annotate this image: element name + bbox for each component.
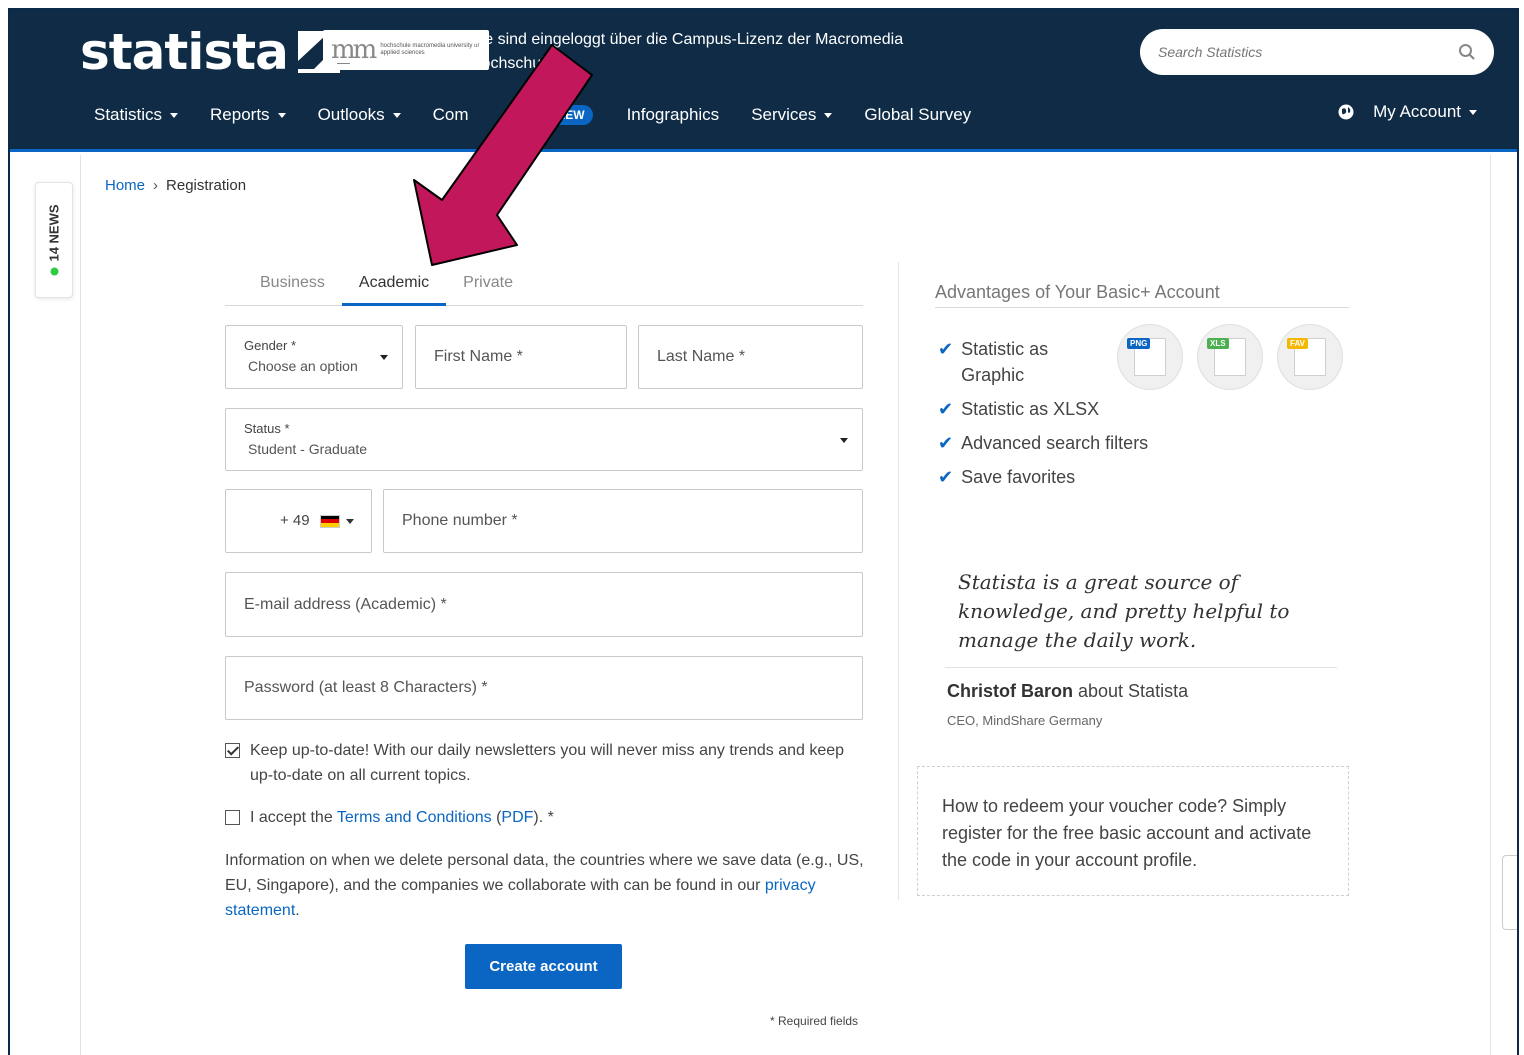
campus-license-note: Sie sind eingeloggt über die Campus-Lize… <box>470 31 904 72</box>
column-divider <box>898 262 899 900</box>
chevron-down-icon <box>824 112 833 118</box>
macromedia-logo-icon: m̲m <box>331 35 377 65</box>
search-input[interactable] <box>1158 44 1458 60</box>
phone-country-select[interactable]: + 49 <box>225 489 372 553</box>
chevron-down-icon <box>277 112 286 118</box>
my-account-menu[interactable]: My Account <box>1373 102 1461 122</box>
nav-reports[interactable]: Reports <box>210 105 286 125</box>
check-icon: ✔ <box>938 339 954 359</box>
tab-academic[interactable]: Academic <box>341 266 447 306</box>
testimonial-quote: Statista is a great source of knowledge,… <box>958 570 1290 652</box>
nav-outlooks[interactable]: Outlooks <box>318 105 401 125</box>
account-area: My Account <box>1337 102 1477 122</box>
create-account-button[interactable]: Create account <box>465 944 622 989</box>
chevron-down-icon <box>345 518 354 524</box>
check-icon: ✔ <box>938 467 954 487</box>
status-select[interactable]: Status * Student - Graduate <box>225 408 863 471</box>
site-header: statista m̲m hochschule macromedia unive… <box>10 10 1517 152</box>
globe-icon[interactable] <box>1337 103 1355 121</box>
testimonial-role: CEO, MindShare Germany <box>947 713 1103 728</box>
list-item: ✔ Advanced search filters <box>938 430 1148 456</box>
feature-badges: PNG XLS FAV <box>1117 324 1343 390</box>
png-file-icon: PNG <box>1117 324 1183 390</box>
breadcrumb-current: Registration <box>166 177 247 194</box>
terms-checkbox[interactable] <box>225 810 240 825</box>
partner-logo: m̲m hochschule macromedia university of … <box>323 30 489 70</box>
chevron-down-icon <box>1469 109 1477 115</box>
voucher-info-box: How to redeem your voucher code? Simply … <box>917 766 1349 896</box>
search-icon[interactable] <box>1458 43 1476 61</box>
chevron-down-icon <box>170 112 179 118</box>
side-widget-handle[interactable] <box>1502 855 1517 930</box>
tab-private[interactable]: Private <box>446 266 530 306</box>
quote-divider <box>945 667 1337 668</box>
xls-file-icon: XLS <box>1197 324 1263 390</box>
last-name-field[interactable]: Last Name * <box>638 325 863 389</box>
required-fields-note: * Required fields <box>770 1014 859 1028</box>
nav-global-survey[interactable]: Global Survey <box>864 105 971 125</box>
live-dot-icon <box>50 267 58 276</box>
nav-companies[interactable]: Com <box>433 105 469 125</box>
list-item: ✔ Statistic as Graphic <box>938 336 1088 388</box>
terms-link[interactable]: Terms and Conditions <box>337 809 492 826</box>
breadcrumb-separator: › <box>153 177 159 194</box>
newsletter-row: Keep up-to-date! With our daily newslett… <box>225 738 855 788</box>
statista-logo[interactable]: statista <box>80 23 340 81</box>
nav-infographics[interactable]: Infographics <box>627 105 720 125</box>
nav-statistics[interactable]: Statistics <box>94 105 179 125</box>
chevron-down-icon <box>392 112 401 118</box>
news-side-tab[interactable]: 14 NEWS <box>35 182 73 298</box>
gender-select[interactable]: Gender * Choose an option <box>225 325 403 389</box>
content-border-left <box>80 155 81 1055</box>
password-field[interactable]: Password (at least 8 Characters) * <box>225 656 863 720</box>
list-item: ✔ Statistic as XLSX <box>938 396 1148 422</box>
privacy-info: Information on when we delete personal d… <box>225 852 864 919</box>
check-icon: ✔ <box>938 433 954 453</box>
testimonial-author: Christof Baron about Statista <box>947 681 1189 701</box>
phone-number-field[interactable]: Phone number * <box>383 489 863 553</box>
terms-row: I accept the Terms and Conditions (PDF).… <box>225 805 554 830</box>
first-name-field[interactable]: First Name * <box>415 325 627 389</box>
email-field[interactable]: E-mail address (Academic) * <box>225 572 863 637</box>
main-nav: Statistics Reports Outlooks Com NEW Info… <box>94 100 1003 130</box>
chevron-down-icon <box>380 355 388 360</box>
terms-pdf-link[interactable]: PDF <box>501 809 533 826</box>
new-badge: NEW <box>548 105 593 125</box>
browser-frame: statista m̲m hochschule macromedia unive… <box>8 8 1519 1055</box>
check-icon: ✔ <box>938 399 954 419</box>
fav-file-icon: FAV <box>1277 324 1343 390</box>
breadcrumb-home[interactable]: Home <box>105 177 145 194</box>
advantages-title: Advantages of Your Basic+ Account <box>935 282 1349 308</box>
search-box[interactable] <box>1140 29 1494 75</box>
account-type-tabs: Business Academic Private <box>225 266 863 306</box>
tab-business[interactable]: Business <box>243 266 342 306</box>
list-item: ✔ Save favorites <box>938 464 1148 490</box>
newsletter-checkbox[interactable] <box>225 743 240 758</box>
breadcrumb: Home › Registration <box>105 177 246 194</box>
germany-flag-icon <box>319 514 340 528</box>
nav-services[interactable]: Services <box>751 105 833 125</box>
chevron-down-icon <box>840 437 848 443</box>
content-border-right <box>1490 155 1491 1055</box>
